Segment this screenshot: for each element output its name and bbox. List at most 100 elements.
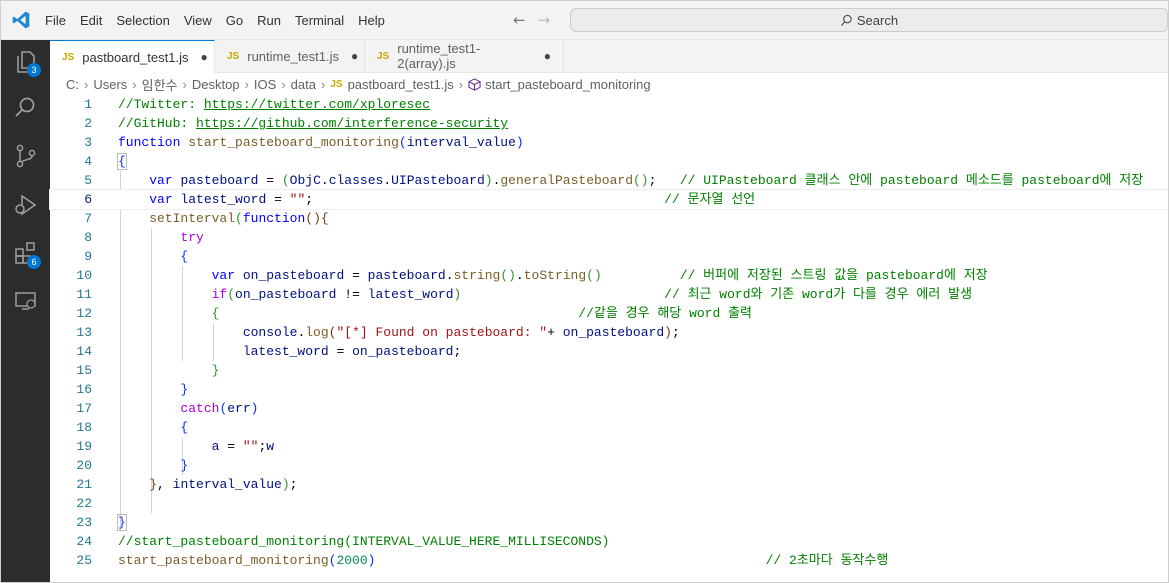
code-text: } [117,514,127,531]
code-text: { [180,249,189,264]
line-number: 16 [76,382,92,397]
javascript-file-icon: JS [62,51,75,63]
line-number: 22 [76,496,92,511]
chevron-right-icon: › [458,76,464,92]
breadcrumb-item[interactable]: IOS [254,77,276,92]
line-number: 5 [84,173,92,188]
code-text: catch(err) [180,401,259,416]
line-number: 10 [76,268,92,283]
menu-view[interactable]: View [184,13,212,28]
code-line: 4{ [50,152,1168,171]
tab-pastboard-test1[interactable]: JS pastboard_test1.js ● [50,40,215,73]
line-number: 19 [76,439,92,454]
code-line-current: 6 var latest_word = ""; // 문자열 선언 [49,189,1168,210]
back-arrow-icon[interactable]: ← [513,11,526,29]
line-number: 20 [76,458,92,473]
line-number: 12 [76,306,92,321]
line-number: 14 [76,344,92,359]
code-text: //Twitter: https://twitter.com/xploresec [118,97,431,112]
code-editor[interactable]: 1 //Twitter: https://twitter.com/xplorese… [49,95,1168,582]
code-text: var pasteboard = (ObjC.classes.UIPastebo… [149,173,1144,188]
line-number: 23 [76,515,92,530]
code-text: } [180,458,189,473]
command-center-search[interactable]: Search [570,8,1168,32]
search-icon [840,14,852,26]
line-number: 6 [84,192,92,207]
code-line: 19 a = "";w [50,437,1168,456]
line-number: 1 [84,97,92,112]
javascript-file-icon: JS [330,78,343,90]
breadcrumb-item[interactable]: pastboard_test1.js [348,77,454,92]
code-text: var on_pasteboard = pasteboard.string().… [211,268,988,283]
menu-selection[interactable]: Selection [116,13,169,28]
menu-file[interactable]: File [45,13,66,28]
line-number: 17 [76,401,92,416]
code-line: 14 latest_word = on_pasteboard; [50,342,1168,361]
code-text: } [180,382,189,397]
chevron-right-icon: › [281,76,286,92]
remote-explorer-icon[interactable] [13,288,39,314]
code-line: 23} [50,513,1168,532]
menu-terminal[interactable]: Terminal [295,13,344,28]
breadcrumb-item[interactable]: C: [66,77,79,92]
chevron-right-icon: › [244,76,249,92]
chevron-right-icon: › [182,76,187,92]
menu-run[interactable]: Run [257,13,281,28]
tab-label: runtime_test1-2(array).js [397,41,481,71]
line-number: 21 [76,477,92,492]
breadcrumb-item[interactable]: Users [93,77,127,92]
breadcrumb-item[interactable]: Desktop [192,77,240,92]
history-navigation: ← → [513,11,550,29]
run-debug-icon[interactable] [13,192,39,218]
code-line: 15 } [50,361,1168,380]
tab-label: pastboard_test1.js [82,49,189,65]
code-line: 8 try [50,228,1168,247]
code-line: 17 catch(err) [50,399,1168,418]
tab-runtime-test1[interactable]: JS runtime_test1.js ● [215,40,365,72]
code-text: } [211,363,220,378]
line-number: 2 [84,116,92,131]
line-number: 24 [76,534,92,549]
code-text: console.log("[*] Found on pasteboard: "+… [242,325,680,340]
tab-runtime-test1-2-array[interactable]: JS runtime_test1-2(array).js ● [365,40,564,72]
explorer-badge: 3 [27,63,41,77]
menu-help[interactable]: Help [358,13,385,28]
twitter-link[interactable]: https://twitter.com/xploresec [204,97,430,112]
code-line: 21 }, interval_value); [50,475,1168,494]
javascript-file-icon: JS [377,50,390,62]
title-bar: File Edit Selection View Go Run Terminal… [1,1,1168,40]
unsaved-dot-icon[interactable]: ● [200,50,207,64]
forward-arrow-icon[interactable]: → [538,11,551,29]
line-number: 7 [84,211,92,226]
unsaved-dot-icon[interactable]: ● [544,49,551,63]
code-line: 7 setInterval(function(){ [50,209,1168,228]
menu-edit[interactable]: Edit [80,13,102,28]
line-number: 11 [76,287,92,302]
menu-go[interactable]: Go [226,13,243,28]
code-line: 1 //Twitter: https://twitter.com/xplorese… [50,95,1168,114]
code-text: a = "";w [211,439,275,454]
breadcrumb-item[interactable]: data [291,77,316,92]
breadcrumb-item[interactable]: start_pasteboard_monitoring [485,77,651,92]
source-control-icon[interactable] [13,143,39,169]
unsaved-dot-icon[interactable]: ● [351,49,358,63]
code-line: 25 start_pasteboard_monitoring(2000) // 2… [50,551,1168,570]
search-view-icon[interactable] [13,95,39,121]
code-line: 16 } [50,380,1168,399]
github-link[interactable]: https://github.com/interference-security [196,116,508,131]
code-text: { [180,420,189,435]
line-number: 4 [84,154,92,169]
code-text: setInterval(function(){ [149,211,329,226]
code-text: if(on_pasteboard != latest_word) // 최근 w… [211,287,973,302]
chevron-right-icon: › [320,76,326,92]
code-line: 22 [50,494,1168,513]
vscode-logo-icon [12,11,30,29]
code-line: 10 var on_pasteboard = pasteboard.string… [50,266,1168,285]
code-line: 18 { [50,418,1168,437]
extensions-badge: 6 [27,255,41,269]
activity-bar: 3 6 [1,40,50,582]
code-text: latest_word = on_pasteboard; [242,344,462,359]
code-text: //GitHub: https://github.com/interferenc… [118,116,509,131]
breadcrumb-item[interactable]: 임한수 [142,75,178,94]
code-line: 2 //GitHub: https://github.com/interferen… [50,114,1168,133]
